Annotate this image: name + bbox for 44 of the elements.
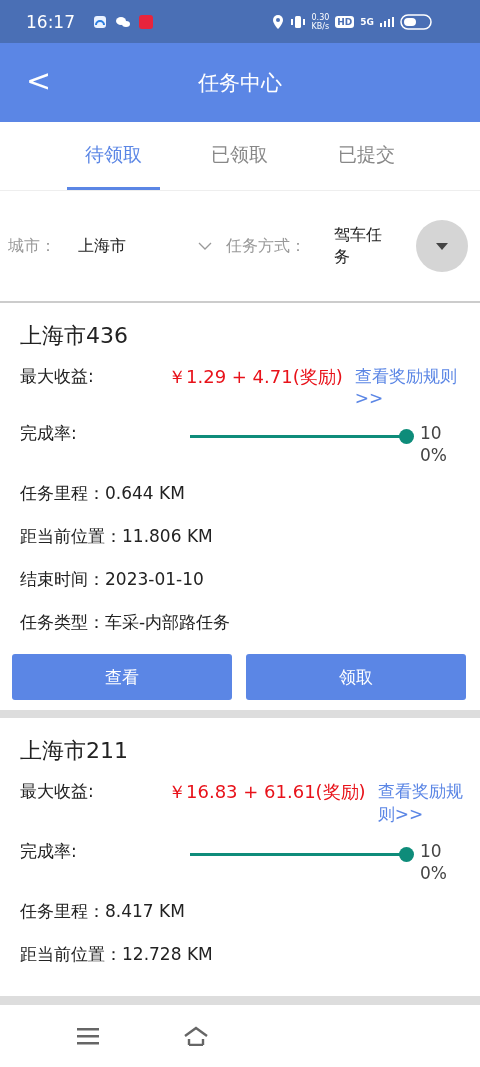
task-title: 上海市436 [20, 322, 129, 350]
home-icon[interactable] [183, 1026, 209, 1046]
network-speed: 0.30 [311, 12, 330, 22]
menu-icon[interactable] [77, 1027, 99, 1045]
app-icon [139, 14, 153, 29]
back-button[interactable]: < [20, 63, 58, 98]
field-text: 任务里程：0.644 KM [20, 482, 185, 505]
field-text: 任务类型：车采-内部路任务 [20, 611, 231, 634]
completion-label: 完成率: [20, 840, 78, 863]
caret-icon [436, 242, 448, 250]
network-type: 5G [360, 16, 374, 27]
reward-rules-link[interactable]: 查看奖励规则>> [377, 780, 466, 826]
page-title: 任务中心 [198, 69, 282, 97]
action-button[interactable]: 领取 [246, 654, 466, 700]
city-label: 城市： [8, 235, 56, 257]
action-button[interactable]: 查看 [12, 654, 232, 700]
task-title: 上海市211 [20, 737, 129, 765]
completion-percent: 100% [420, 840, 448, 884]
income-label: 最大收益: [20, 780, 95, 803]
location-icon [271, 14, 284, 29]
income-value: ￥16.83 + 61.61(奖励) [168, 780, 366, 804]
income-value: ￥1.29 + 4.71(奖励) [168, 365, 343, 389]
chevron-down-icon[interactable] [198, 242, 212, 250]
completion-label: 完成率: [20, 422, 78, 445]
field-text: 距当前位置：11.806 KM [20, 525, 213, 548]
chat-icon [115, 14, 131, 29]
income-label: 最大收益: [20, 365, 95, 388]
tab[interactable]: 已领取 [193, 122, 287, 190]
status-time: 16:17 [26, 11, 75, 32]
field-text: 任务里程：8.417 KM [20, 900, 185, 923]
hd-badge: HD [335, 15, 355, 28]
app-icon [93, 14, 107, 29]
battery-icon [400, 13, 432, 30]
signal-icon [380, 16, 394, 27]
reward-rules-link[interactable]: 查看奖励规则>> [354, 365, 466, 408]
speed-unit: KB/s [311, 21, 330, 31]
vibrate-icon [289, 14, 306, 29]
city-value: 上海市 [78, 235, 127, 257]
field-text: 结束时间：2023-01-10 [20, 568, 204, 591]
completion-percent: 100% [420, 422, 448, 466]
mode-label: 任务方式： [226, 235, 306, 257]
field-text: 距当前位置：12.728 KM [20, 943, 213, 966]
tab[interactable]: 已提交 [320, 122, 414, 190]
mode-value: 驾车任务 [334, 224, 383, 268]
